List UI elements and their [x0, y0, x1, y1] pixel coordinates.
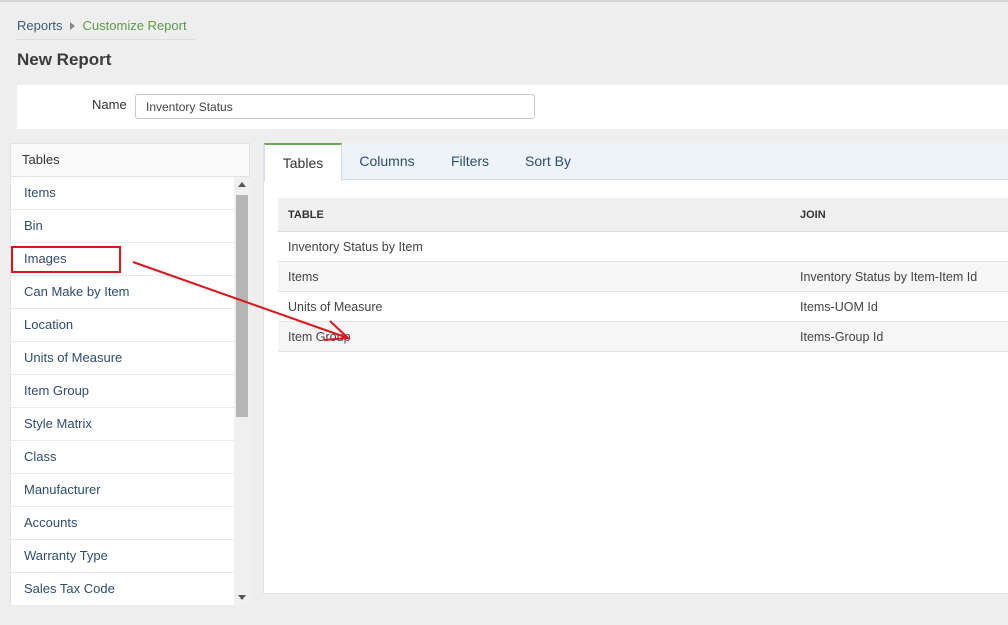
- table-row[interactable]: Inventory Status by Item: [278, 232, 1008, 262]
- tables-item-location[interactable]: Location: [11, 309, 234, 342]
- breadcrumb-chevron-icon: [69, 21, 75, 30]
- tab-bar: Tables Columns Filters Sort By: [264, 143, 1008, 181]
- tab-filters[interactable]: Filters: [440, 143, 500, 180]
- tables-item-accounts[interactable]: Accounts: [11, 507, 234, 540]
- tables-item-items[interactable]: Items: [11, 177, 234, 210]
- tables-list: Items Bin Images Can Make by Item Locati…: [11, 177, 234, 606]
- table-row[interactable]: Items Inventory Status by Item-Item Id: [278, 262, 1008, 292]
- page-title: New Report: [17, 50, 112, 69]
- tables-item-manufacturer[interactable]: Manufacturer: [11, 474, 234, 507]
- tables-item-can-make-by-item[interactable]: Can Make by Item: [11, 276, 234, 309]
- tables-panel-header: Tables: [11, 144, 249, 177]
- cell-join: Items-UOM Id: [800, 300, 878, 314]
- breadcrumb-reports-link[interactable]: Reports: [17, 18, 63, 33]
- tables-item-units-of-measure[interactable]: Units of Measure: [11, 342, 234, 375]
- breadcrumb-current: Customize Report: [82, 18, 187, 33]
- annotation-highlight-box: [11, 246, 121, 273]
- tables-item-warranty-type[interactable]: Warranty Type: [11, 540, 234, 573]
- table-row[interactable]: Units of Measure Items-UOM Id: [278, 292, 1008, 322]
- table-row[interactable]: Item Group Items-Group Id: [278, 322, 1008, 352]
- name-panel: Name: [17, 85, 1008, 129]
- scrollbar-thumb[interactable]: [236, 195, 248, 417]
- tables-item-style-matrix[interactable]: Style Matrix: [11, 408, 234, 441]
- cell-table: Item Group: [288, 330, 351, 344]
- tables-item-class[interactable]: Class: [11, 441, 234, 474]
- tables-panel: Tables Items Bin Images Can Make by Item…: [10, 143, 250, 606]
- grid-header-row: TABLE JOIN: [278, 198, 1008, 232]
- tab-sort-by[interactable]: Sort By: [516, 143, 580, 180]
- top-border: [0, 0, 1008, 2]
- grid-header-table[interactable]: TABLE: [288, 209, 324, 221]
- cell-table: Units of Measure: [288, 300, 383, 314]
- cell-join: Items-Group Id: [800, 330, 884, 344]
- breadcrumb: Reports Customize Report: [17, 12, 195, 40]
- tab-tables[interactable]: Tables: [264, 143, 342, 181]
- scroll-up-icon[interactable]: [238, 182, 246, 187]
- tables-scrollbar[interactable]: [234, 177, 250, 606]
- name-input[interactable]: [135, 94, 535, 119]
- cell-join: Inventory Status by Item-Item Id: [800, 270, 978, 284]
- report-definition-panel: Tables Columns Filters Sort By TABLE JOI…: [263, 143, 1008, 594]
- name-label: Name: [92, 97, 127, 112]
- cell-table: Items: [288, 270, 319, 284]
- grid-header-join[interactable]: JOIN: [800, 209, 826, 221]
- scroll-down-icon[interactable]: [238, 595, 246, 600]
- joined-tables-grid: TABLE JOIN Inventory Status by Item Item…: [278, 198, 1008, 352]
- tables-item-bin[interactable]: Bin: [11, 210, 234, 243]
- cell-table: Inventory Status by Item: [288, 240, 423, 254]
- tab-columns[interactable]: Columns: [350, 143, 424, 180]
- tables-item-item-group[interactable]: Item Group: [11, 375, 234, 408]
- tables-item-sales-tax-code[interactable]: Sales Tax Code: [11, 573, 234, 606]
